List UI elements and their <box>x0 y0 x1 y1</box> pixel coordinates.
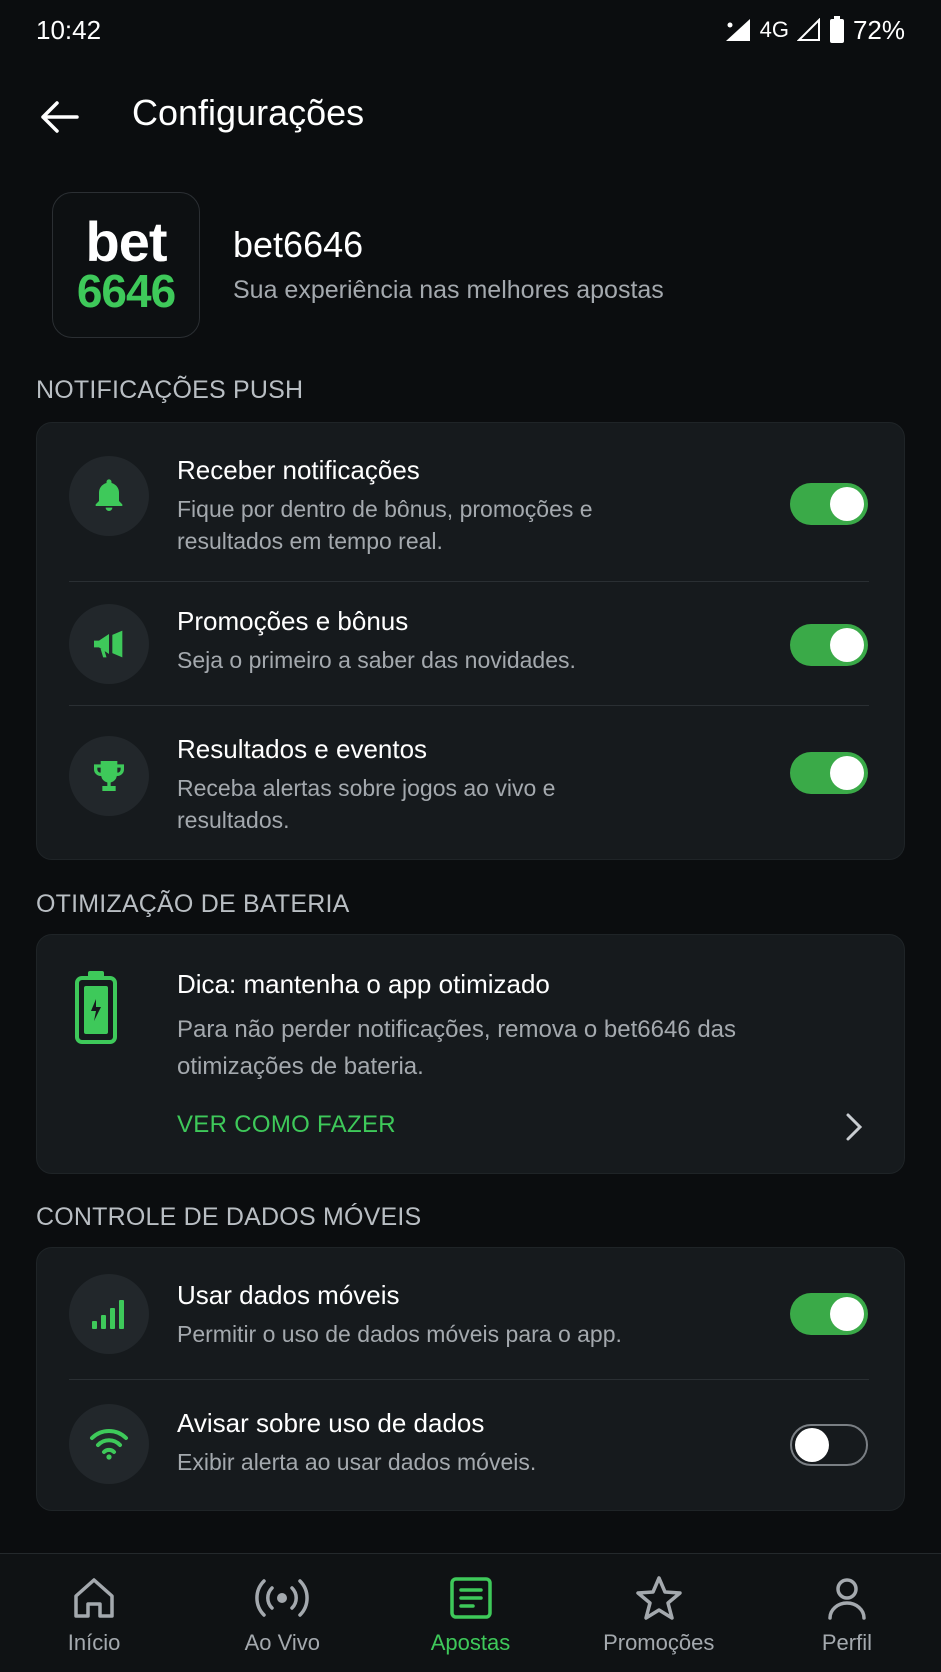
signal-icon <box>725 19 750 41</box>
setting-row-mobile-data[interactable]: Usar dados móveis Permitir o uso de dado… <box>37 1248 906 1380</box>
setting-row-data-warning[interactable]: Avisar sobre uso de dados Exibir alerta … <box>37 1380 906 1512</box>
signal-bars-icon <box>69 1274 149 1354</box>
status-icons: 4G 72% <box>724 15 905 46</box>
nav-item-home[interactable]: Início <box>0 1554 188 1672</box>
toggle-knob <box>795 1428 829 1462</box>
battery-icon <box>73 969 119 1050</box>
trophy-icon <box>69 736 149 816</box>
section-title-push: NOTIFICAÇÕES PUSH <box>36 376 304 404</box>
star-icon <box>635 1576 682 1620</box>
status-time: 10:42 <box>36 14 102 45</box>
logo-bottom-text: 6646 <box>76 265 176 317</box>
status-bar: 10:42 4G 72% <box>0 0 941 60</box>
page-title: Configurações <box>132 92 365 133</box>
bets-icon <box>449 1577 492 1619</box>
bell-icon <box>69 456 149 536</box>
setting-row-promotions[interactable]: Promoções e bônus Seja o primeiro a sabe… <box>37 582 906 706</box>
setting-description: Seja o primeiro a saber das novidades. <box>177 647 576 673</box>
battery-tip-title: Dica: mantenha o app otimizado <box>177 969 550 999</box>
setting-row-results[interactable]: Resultados e eventos Receba alertas sobr… <box>37 706 906 861</box>
battery-card: Dica: mantenha o app otimizado Para não … <box>36 934 905 1174</box>
setting-title: Avisar sobre uso de dados <box>177 1408 485 1438</box>
push-card: Receber notificações Fique por dentro de… <box>36 422 905 860</box>
nav-label: Promoções <box>603 1630 715 1655</box>
wifi-icon <box>69 1404 149 1484</box>
nav-label: Apostas <box>430 1630 511 1655</box>
data-card: Usar dados móveis Permitir o uso de dado… <box>36 1247 905 1511</box>
nav-label: Início <box>67 1630 121 1655</box>
profile-icon <box>828 1578 866 1620</box>
section-title-data: CONTROLE DE DADOS MÓVEIS <box>36 1203 422 1231</box>
live-icon <box>255 1579 310 1617</box>
logo-top-text: bet <box>85 210 168 273</box>
battery-tip-description: Para não perder notificações, remova o b… <box>177 1016 737 1080</box>
nav-label: Ao Vivo <box>244 1630 321 1655</box>
brand-logo: bet 6646 <box>52 192 200 338</box>
setting-title: Receber notificações <box>177 455 420 485</box>
toggle-notifications[interactable] <box>790 483 868 525</box>
chevron-right-icon[interactable] <box>844 1111 864 1148</box>
back-button[interactable] <box>36 94 82 140</box>
home-icon <box>74 1578 114 1618</box>
setting-title: Resultados e eventos <box>177 734 428 764</box>
battery-status-icon <box>829 16 844 43</box>
toggle-promotions[interactable] <box>790 624 868 666</box>
toggle-knob <box>830 756 864 790</box>
setting-description: Fique por dentro de bônus, promoções e r… <box>177 496 593 554</box>
nav-item-live[interactable]: Ao Vivo <box>188 1554 376 1672</box>
setting-title: Promoções e bônus <box>177 606 409 636</box>
toggle-knob <box>830 1297 864 1331</box>
toggle-knob <box>830 628 864 662</box>
app-bar: Configurações <box>0 76 941 156</box>
toggle-knob <box>830 487 864 521</box>
setting-row-notifications[interactable]: Receber notificações Fique por dentro de… <box>37 423 906 583</box>
setting-title: Usar dados móveis <box>177 1280 400 1310</box>
setting-description: Permitir o uso de dados móveis para o ap… <box>177 1321 622 1347</box>
nav-item-profile[interactable]: Perfil <box>753 1554 941 1672</box>
toggle-data-warning[interactable] <box>790 1424 868 1466</box>
signal-outline-icon <box>796 18 820 41</box>
nav-item-bets[interactable]: Apostas <box>376 1554 564 1672</box>
nav-item-promotions[interactable]: Promoções <box>565 1554 753 1672</box>
toggle-mobile-data[interactable] <box>790 1293 868 1335</box>
setting-description: Receba alertas sobre jogos ao vivo e res… <box>177 775 556 833</box>
toggle-results[interactable] <box>790 752 868 794</box>
back-arrow-icon <box>41 101 79 133</box>
battery-percent: 72% <box>852 14 905 45</box>
how-to-link[interactable]: VER COMO FAZER <box>177 1111 396 1139</box>
setting-description: Exibir alerta ao usar dados móveis. <box>177 1449 537 1475</box>
brand-tagline: Sua experiência nas melhores apostas <box>233 276 664 304</box>
section-title-battery: OTIMIZAÇÃO DE BATERIA <box>36 890 350 918</box>
network-type: 4G <box>759 17 789 42</box>
nav-label: Perfil <box>821 1630 872 1655</box>
megaphone-icon <box>69 604 149 684</box>
brand-name: bet6646 <box>233 224 364 265</box>
bottom-navigation: Início Ao Vivo Apostas Promoções Perfil <box>0 1553 941 1672</box>
